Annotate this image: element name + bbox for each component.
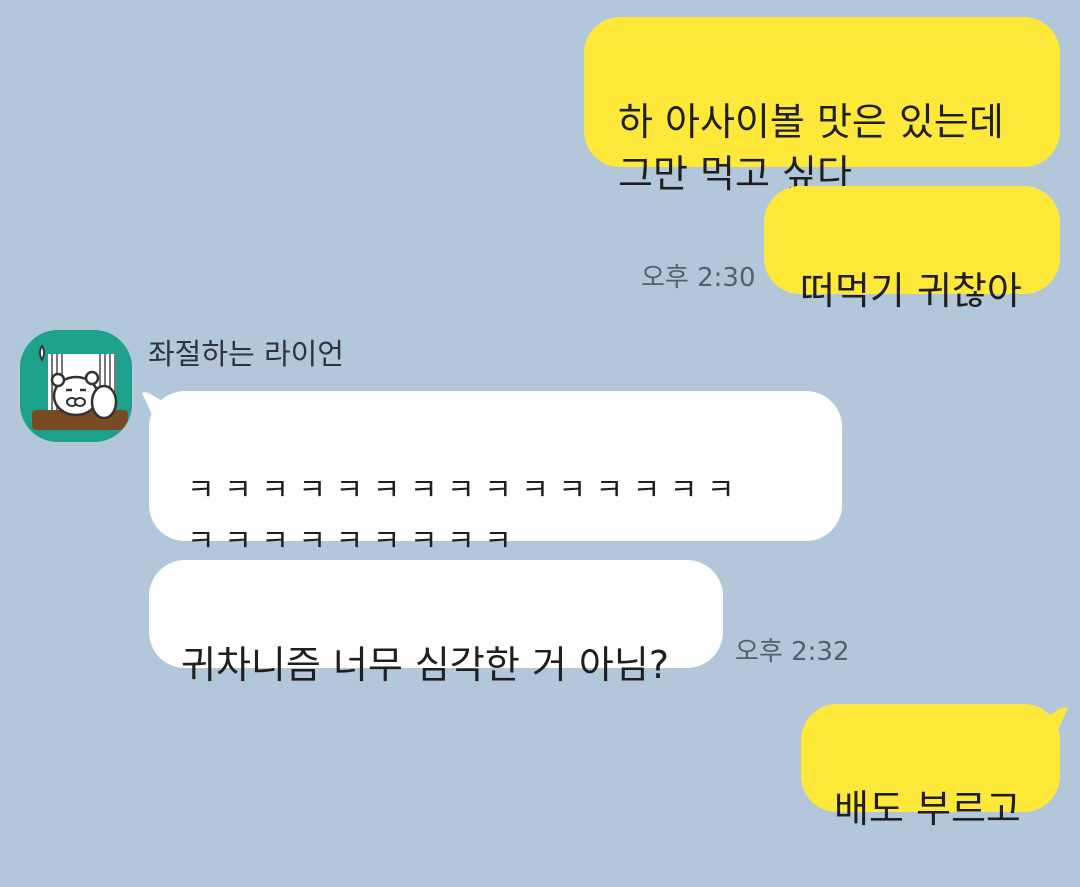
friend-avatar[interactable] <box>20 330 132 442</box>
incoming-message-bubble[interactable]: 귀차니즘 너무 심각한 거 아님? <box>149 560 723 687</box>
message-timestamp: 오후 2:32 <box>735 637 850 667</box>
message-text: ㅋ ㅋ ㅋ ㅋ ㅋ ㅋ ㅋ ㅋ ㅋ ㅋ ㅋ ㅋ ㅋ ㅋ ㅋ ㅋ ㅋ ㅋ ㅋ ㅋ … <box>187 473 735 559</box>
incoming-message-bubble[interactable]: ㅋ ㅋ ㅋ ㅋ ㅋ ㅋ ㅋ ㅋ ㅋ ㅋ ㅋ ㅋ ㅋ ㅋ ㅋ ㅋ ㅋ ㅋ ㅋ ㅋ … <box>149 391 842 559</box>
outgoing-message-bubble[interactable]: 배도 부르고 <box>801 704 1060 831</box>
message-text: 귀차니즘 너무 심각한 거 아님? <box>181 643 670 687</box>
outgoing-message-bubble[interactable]: 하 아사이볼 맛은 있는데 그만 먹고 싶다 <box>584 17 1060 196</box>
chat-screen: { "colors": { "background": "#b2c7da", "… <box>0 0 1080 831</box>
frustrated-lion-avatar-icon <box>20 330 132 442</box>
sender-name: 좌절하는 라이언 <box>148 337 344 371</box>
message-text: 떠먹기 귀찮아 <box>800 269 1022 313</box>
message-timestamp: 오후 2:30 <box>641 263 756 293</box>
message-text: 배도 부르고 <box>834 787 1021 831</box>
outgoing-message-bubble[interactable]: 떠먹기 귀찮아 <box>764 186 1060 313</box>
message-text: 하 아사이볼 맛은 있는데 그만 먹고 싶다 <box>618 100 1004 196</box>
